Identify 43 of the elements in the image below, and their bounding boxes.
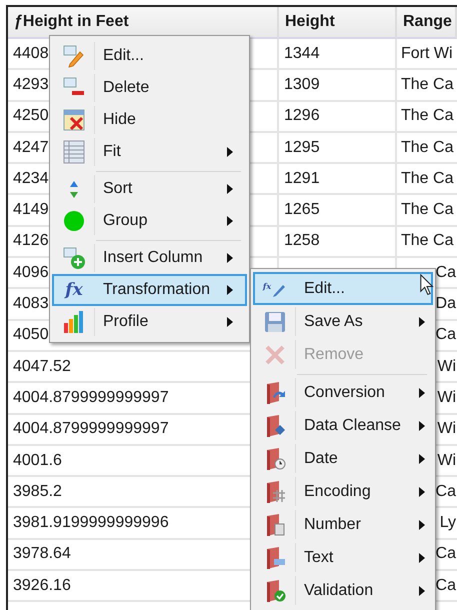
column-header[interactable]: Range — [397, 7, 457, 39]
table-icon — [62, 140, 86, 164]
submenu-arrow-icon — [419, 454, 425, 464]
table-cell: The Ca — [397, 226, 457, 258]
table-cell: 1258 — [279, 226, 397, 258]
table-cell: The Ca — [397, 195, 457, 227]
submenu-arrow-icon — [227, 216, 233, 226]
table-cell: The Ca — [397, 102, 457, 133]
submenu-arrow-icon — [227, 253, 233, 263]
table-cross-icon — [62, 108, 86, 132]
table-cell: The Ca — [397, 164, 457, 196]
column-header[interactable]: Height — [279, 7, 397, 39]
submenu-arrow-icon — [227, 285, 233, 295]
table-cell: The Ca — [397, 70, 457, 102]
submenu-arrow-icon — [419, 586, 425, 596]
menu-item[interactable]: Edit... — [52, 40, 247, 72]
submenu-arrow-icon — [227, 184, 233, 194]
bar-chart-icon — [62, 310, 86, 334]
submenu-arrow-icon — [227, 147, 233, 157]
table-cell: 1265 — [279, 195, 397, 227]
menu-item[interactable]: fx Transformation — [52, 274, 247, 306]
submenu-arrow-icon — [419, 316, 425, 326]
submenu-arrow-icon — [419, 420, 425, 430]
submenu-arrow-icon — [419, 520, 425, 530]
submenu-arrow-icon — [419, 552, 425, 562]
cursor-icon — [420, 274, 434, 296]
menu-item[interactable]: fx Edit... — [253, 272, 433, 305]
submenu-arrow-icon — [227, 317, 233, 327]
table-cell: 1291 — [279, 164, 397, 196]
cross-icon — [263, 342, 287, 366]
table-cell: 1295 — [279, 132, 397, 164]
column-header[interactable]: ƒHeight in Feet — [8, 7, 279, 39]
table-cell: 1344 — [279, 39, 397, 70]
circle-icon — [62, 209, 86, 233]
submenu-arrow-icon — [419, 388, 425, 398]
table-cell: 1296 — [279, 102, 397, 133]
table-cell: The Ca — [397, 132, 457, 164]
table-cell: Fort Wi — [397, 39, 457, 70]
pencil-icon — [62, 44, 86, 68]
table-plus-icon — [62, 246, 86, 270]
menu-item[interactable]: Delete — [52, 72, 247, 104]
submenu-arrow-icon — [419, 486, 425, 496]
table-cell: 1309 — [279, 70, 397, 102]
